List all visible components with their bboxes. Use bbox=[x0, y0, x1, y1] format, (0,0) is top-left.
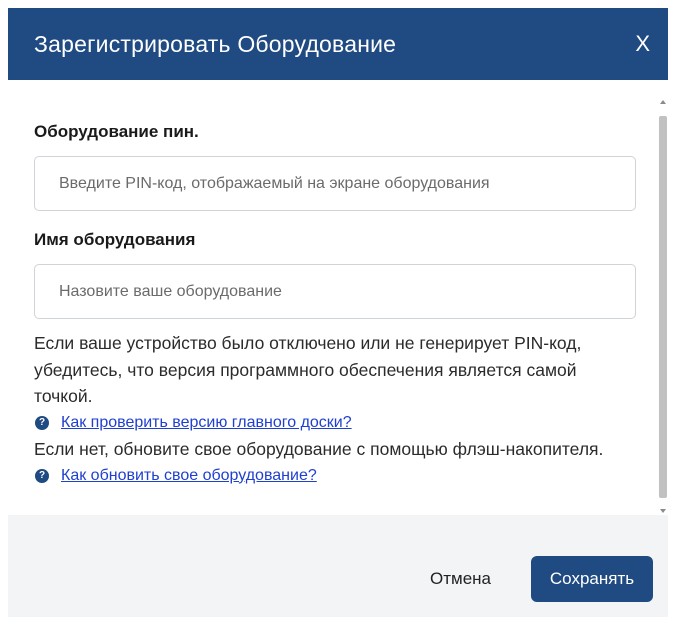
help-text-update: Если нет, обновите свое оборудование с п… bbox=[34, 439, 604, 459]
modal-title: Зарегистрировать Оборудование bbox=[34, 30, 397, 57]
help-text-firmware: Если ваше устройство было отключено или … bbox=[34, 333, 582, 406]
register-equipment-modal: Зарегистрировать Оборудование X Оборудов… bbox=[8, 8, 668, 617]
scrollbar-thumb[interactable] bbox=[659, 116, 667, 498]
equipment-name-input[interactable] bbox=[34, 264, 636, 319]
help-link-row: ? Как обновить свое оборудование? bbox=[34, 463, 638, 490]
scrollbar[interactable] bbox=[658, 98, 668, 515]
check-mainboard-version-link[interactable]: Как проверить версию главного доски? bbox=[61, 410, 352, 437]
modal-header: Зарегистрировать Оборудование X bbox=[8, 8, 668, 80]
question-circle-icon: ? bbox=[35, 468, 49, 483]
help-text-block: Если ваше устройство было отключено или … bbox=[34, 330, 638, 489]
scroll-down-arrow-icon[interactable] bbox=[660, 509, 666, 513]
cancel-button[interactable]: Отмена bbox=[424, 557, 497, 601]
pin-label: Оборудование пин. bbox=[34, 122, 199, 141]
scroll-up-arrow-icon[interactable] bbox=[660, 100, 666, 104]
close-button[interactable]: X bbox=[635, 31, 650, 57]
modal-footer: Отмена Сохранять bbox=[8, 515, 668, 617]
pin-input[interactable] bbox=[34, 156, 636, 211]
equipment-name-label: Имя оборудования bbox=[34, 230, 196, 249]
modal-body[interactable]: Оборудование пин. Имя оборудования Если … bbox=[8, 98, 668, 515]
question-circle-icon: ? bbox=[35, 415, 49, 430]
update-equipment-link[interactable]: Как обновить свое оборудование? bbox=[61, 463, 317, 490]
help-link-row: ? Как проверить версию главного доски? bbox=[34, 410, 638, 437]
save-button[interactable]: Сохранять bbox=[531, 556, 653, 602]
